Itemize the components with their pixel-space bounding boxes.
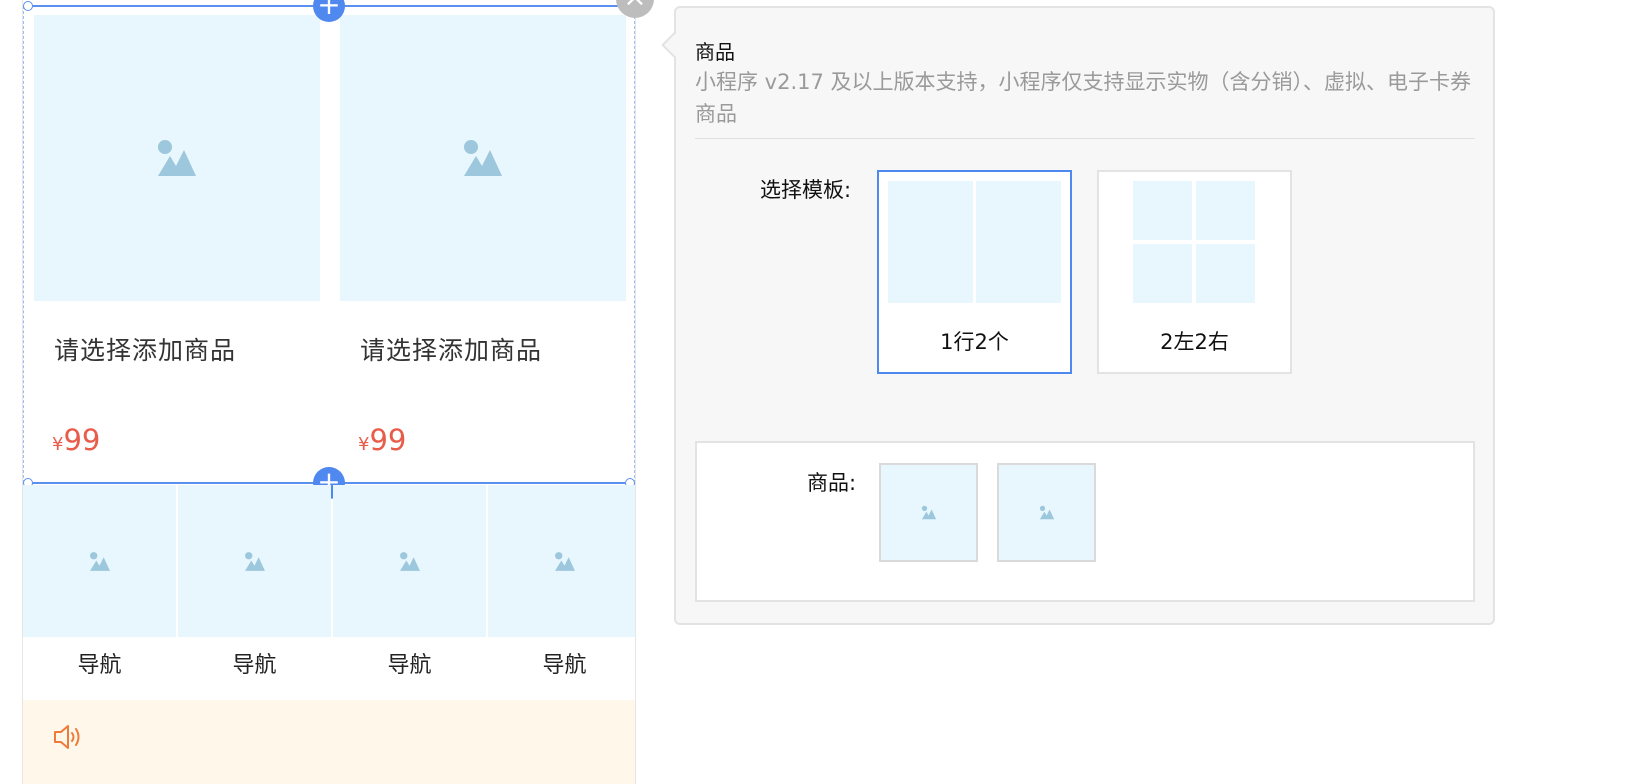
nav-image-placeholder [333,485,486,637]
add-component-above-button[interactable]: + [313,0,345,22]
price-value: 99 [369,423,407,457]
template-option-2-left-2-right[interactable]: 2左2右 [1097,170,1292,374]
goods-name: 请选择添加商品 [360,336,543,365]
price-currency: ¥ [52,434,64,455]
image-placeholder-icon [158,140,196,176]
image-placeholder-icon [1039,505,1054,520]
nav-item[interactable]: 导航 [178,485,331,697]
nav-item[interactable]: 导航 [488,485,635,697]
template-option-label: 2左2右 [1160,330,1229,354]
nav-item-label: 导航 [232,653,277,678]
goods-card[interactable]: 请选择添加商品 ¥99 [34,15,320,480]
price-currency: ¥ [358,434,370,455]
goods-settings-panel: 商品 小程序 v2.17 及以上版本支持，小程序仅支持显示实物（含分销）、虚拟、… [661,6,1495,625]
goods-thumbnail-slot[interactable] [997,463,1096,562]
goods-card[interactable]: 请选择添加商品 ¥99 [340,15,626,480]
notice-bar[interactable] [23,700,635,784]
template-preview-cell [976,181,1061,303]
nav-image-placeholder [488,485,635,637]
nav-item-label: 导航 [77,653,122,678]
resize-handle-top-left[interactable] [23,1,33,11]
image-placeholder-icon [554,551,575,571]
goods-name: 请选择添加商品 [54,336,237,365]
phone-preview: 请选择添加商品 ¥99 请选择添加商品 ¥99 + + 导航 导航 导航 导航 [22,0,636,784]
template-option-1-row-2[interactable]: 1行2个 [877,170,1072,374]
goods-price: ¥99 [52,423,100,457]
goods-thumbnail-slot[interactable] [879,463,978,562]
template-preview-cell [888,181,973,303]
template-preview-cell [1133,181,1192,240]
image-placeholder-icon [464,140,502,176]
goods-component-selected[interactable]: 请选择添加商品 ¥99 请选择添加商品 ¥99 [23,6,635,483]
image-placeholder-icon [244,551,265,571]
nav-component[interactable]: 导航 导航 导航 导航 [23,485,635,697]
panel-description: 小程序 v2.17 及以上版本支持，小程序仅支持显示实物（含分销）、虚拟、电子卡… [695,70,1472,126]
template-preview-cell [1196,181,1255,240]
panel-title: 商品 [695,40,735,64]
panel-pointer-arrow [661,32,687,58]
template-label: 选择模板: [760,178,852,202]
nav-item-label: 导航 [387,653,432,678]
image-placeholder-icon [921,505,936,520]
goods-selector: 商品: [695,441,1475,602]
goods-image-placeholder [340,15,626,301]
nav-item[interactable]: 导航 [333,485,486,697]
image-placeholder-icon [399,551,420,571]
template-preview-cell [1196,244,1255,303]
speaker-icon [54,725,80,749]
image-placeholder-icon [89,551,110,571]
nav-image-placeholder [178,485,331,637]
template-option-label: 1行2个 [940,330,1009,354]
nav-image-placeholder [23,485,176,637]
goods-image-placeholder [34,15,320,301]
nav-item-label: 导航 [542,653,587,678]
price-value: 99 [63,423,101,457]
template-preview-cell [1133,244,1192,303]
goods-field-label: 商品: [807,471,857,495]
nav-item[interactable]: 导航 [23,485,176,697]
goods-price: ¥99 [358,423,406,457]
panel-divider [695,138,1475,139]
